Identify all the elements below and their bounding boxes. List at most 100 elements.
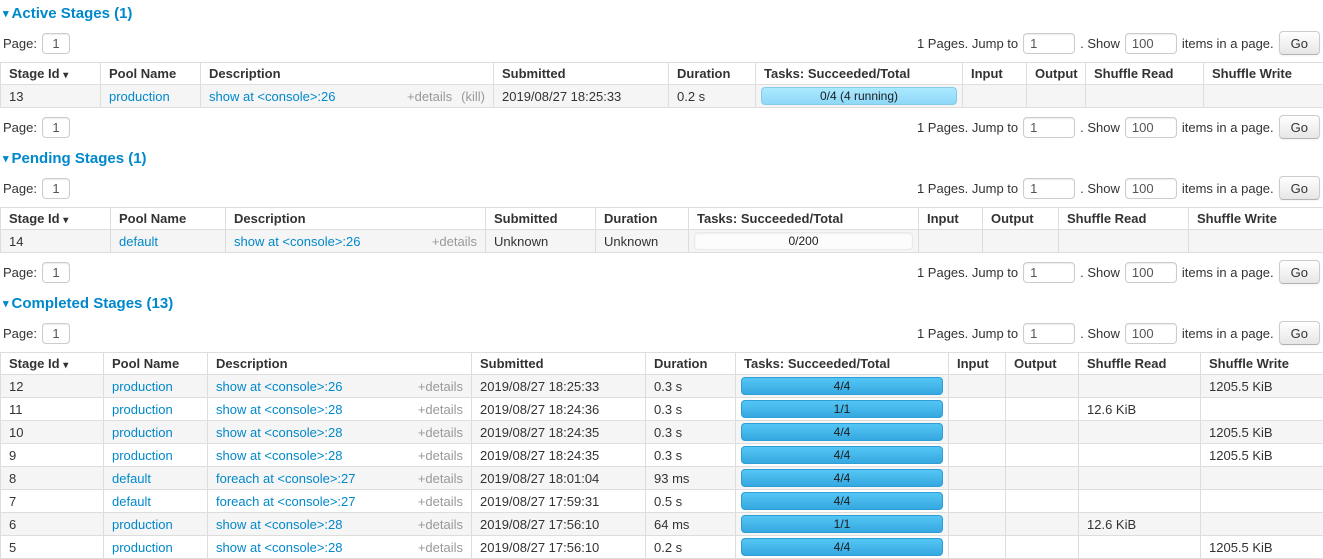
output-cell <box>1006 490 1079 513</box>
submitted-cell: 2019/08/27 18:01:04 <box>472 467 646 490</box>
jump-to-page-input[interactable] <box>1023 262 1075 283</box>
details-toggle[interactable]: +details <box>418 402 463 417</box>
go-button[interactable]: Go <box>1279 321 1320 345</box>
description-link[interactable]: show at <console>:26 <box>209 89 335 104</box>
col-header-tasks[interactable]: Tasks: Succeeded/Total <box>689 208 919 230</box>
col-header-output[interactable]: Output <box>1006 353 1079 375</box>
col-header-submitted[interactable]: Submitted <box>494 63 669 85</box>
pool-name-link[interactable]: production <box>112 402 173 417</box>
page-number-input[interactable] <box>42 178 70 199</box>
pool-name-link[interactable]: default <box>112 471 151 486</box>
stage-id-cell: 11 <box>1 398 104 421</box>
pool-name-link[interactable]: production <box>112 448 173 463</box>
go-button[interactable]: Go <box>1279 176 1320 200</box>
jump-to-page-input[interactable] <box>1023 323 1075 344</box>
details-toggle[interactable]: +details <box>418 448 463 463</box>
col-header-pool-name[interactable]: Pool Name <box>101 63 201 85</box>
pool-name-link[interactable]: production <box>112 517 173 532</box>
section-header-active-stages[interactable]: ▾Active Stages (1) <box>3 5 1323 24</box>
show-items-input[interactable] <box>1125 323 1177 344</box>
jump-to-page-input[interactable] <box>1023 117 1075 138</box>
page-label: Page: <box>3 181 37 196</box>
col-header-pool-name[interactable]: Pool Name <box>104 353 208 375</box>
details-toggle[interactable]: +details <box>407 89 452 104</box>
pagination-row: Page: 1 Pages. Jump to . Show items in a… <box>0 108 1323 145</box>
go-button[interactable]: Go <box>1279 31 1320 55</box>
stage-id-cell: 5 <box>1 536 104 559</box>
page-number-input[interactable] <box>42 117 70 138</box>
kill-link[interactable]: (kill) <box>461 89 485 104</box>
jump-to-page-input[interactable] <box>1023 178 1075 199</box>
details-toggle[interactable]: +details <box>418 540 463 555</box>
show-items-input[interactable] <box>1125 33 1177 54</box>
col-header-tasks[interactable]: Tasks: Succeeded/Total <box>736 353 949 375</box>
col-header-input[interactable]: Input <box>919 208 983 230</box>
description-link[interactable]: foreach at <console>:27 <box>216 471 356 486</box>
col-header-duration[interactable]: Duration <box>646 353 736 375</box>
pool-name-link[interactable]: default <box>119 234 158 249</box>
description-link[interactable]: show at <console>:26 <box>234 234 360 249</box>
col-header-input[interactable]: Input <box>963 63 1027 85</box>
col-header-shuffle-read[interactable]: Shuffle Read <box>1086 63 1204 85</box>
col-header-output[interactable]: Output <box>983 208 1059 230</box>
details-toggle[interactable]: +details <box>418 379 463 394</box>
section-header-completed-stages[interactable]: ▾Completed Stages (13) <box>3 295 1323 314</box>
col-header-stage-id[interactable]: Stage Id ▾ <box>1 208 111 230</box>
stage-id-cell: 6 <box>1 513 104 536</box>
col-header-stage-id[interactable]: Stage Id ▾ <box>1 353 104 375</box>
table-row: 9 production show at <console>:28+detail… <box>1 444 1323 467</box>
shuffle-write-cell <box>1204 85 1323 108</box>
col-header-shuffle-write[interactable]: Shuffle Write <box>1201 353 1323 375</box>
section-header-pending-stages[interactable]: ▾Pending Stages (1) <box>3 150 1323 169</box>
jump-to-page-input[interactable] <box>1023 33 1075 54</box>
submitted-cell: 2019/08/27 17:56:10 <box>472 513 646 536</box>
details-toggle[interactable]: +details <box>418 425 463 440</box>
page-number-input[interactable] <box>42 33 70 54</box>
pool-name-link[interactable]: production <box>112 379 173 394</box>
description-link[interactable]: show at <console>:26 <box>216 379 342 394</box>
pool-name-link[interactable]: production <box>112 540 173 555</box>
col-header-duration[interactable]: Duration <box>596 208 689 230</box>
input-cell <box>949 398 1006 421</box>
description-link[interactable]: foreach at <console>:27 <box>216 494 356 509</box>
col-header-description[interactable]: Description <box>201 63 494 85</box>
description-link[interactable]: show at <console>:28 <box>216 425 342 440</box>
col-header-duration[interactable]: Duration <box>669 63 756 85</box>
details-toggle[interactable]: +details <box>432 234 477 249</box>
col-header-tasks[interactable]: Tasks: Succeeded/Total <box>756 63 963 85</box>
submitted-cell: 2019/08/27 18:25:33 <box>472 375 646 398</box>
col-header-description[interactable]: Description <box>208 353 472 375</box>
col-header-output[interactable]: Output <box>1027 63 1086 85</box>
details-toggle[interactable]: +details <box>418 494 463 509</box>
pool-name-link[interactable]: production <box>109 89 170 104</box>
tasks-cell: 1/1 <box>736 398 949 421</box>
col-header-shuffle-write[interactable]: Shuffle Write <box>1189 208 1323 230</box>
col-header-pool-name[interactable]: Pool Name <box>111 208 226 230</box>
go-button[interactable]: Go <box>1279 115 1320 139</box>
col-header-stage-id[interactable]: Stage Id ▾ <box>1 63 101 85</box>
col-header-shuffle-read[interactable]: Shuffle Read <box>1059 208 1189 230</box>
description-link[interactable]: show at <console>:28 <box>216 448 342 463</box>
col-header-shuffle-read[interactable]: Shuffle Read <box>1079 353 1201 375</box>
page-number-input[interactable] <box>42 323 70 344</box>
description-link[interactable]: show at <console>:28 <box>216 540 342 555</box>
pool-name-link[interactable]: production <box>112 425 173 440</box>
task-progress-label: 0/200 <box>788 234 818 248</box>
col-header-submitted[interactable]: Submitted <box>472 353 646 375</box>
show-items-input[interactable] <box>1125 178 1177 199</box>
description-link[interactable]: show at <console>:28 <box>216 517 342 532</box>
description-link[interactable]: show at <console>:28 <box>216 402 342 417</box>
collapse-arrow-icon: ▾ <box>3 153 9 165</box>
details-toggle[interactable]: +details <box>418 471 463 486</box>
col-header-description[interactable]: Description <box>226 208 486 230</box>
page-number-input[interactable] <box>42 262 70 283</box>
pool-name-link[interactable]: default <box>112 494 151 509</box>
show-items-input[interactable] <box>1125 117 1177 138</box>
col-header-input[interactable]: Input <box>949 353 1006 375</box>
show-items-input[interactable] <box>1125 262 1177 283</box>
shuffle-write-cell: 1205.5 KiB <box>1201 421 1323 444</box>
col-header-shuffle-write[interactable]: Shuffle Write <box>1204 63 1323 85</box>
go-button[interactable]: Go <box>1279 260 1320 284</box>
col-header-submitted[interactable]: Submitted <box>486 208 596 230</box>
details-toggle[interactable]: +details <box>418 517 463 532</box>
